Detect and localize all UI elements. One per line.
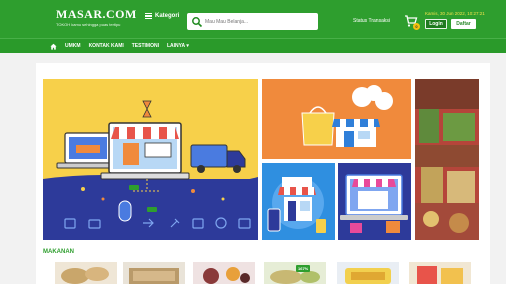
kategori-menu-button[interactable]: Kategori [145, 13, 179, 19]
search-bar[interactable] [187, 13, 318, 30]
login-button[interactable]: Login [425, 19, 447, 29]
product-image [55, 262, 117, 284]
promo-banner-online-store-laptop[interactable] [338, 163, 411, 240]
nav-item-umkm[interactable]: UMKM [65, 43, 81, 49]
product-thumbnail[interactable] [409, 262, 471, 284]
top-header-bar: MASAR.COM TOKOH kamu sehingga puas terti… [0, 0, 506, 38]
promo-banner-orange-shop[interactable] [262, 79, 411, 159]
search-input[interactable] [205, 18, 305, 25]
kategori-label: Kategori [155, 13, 180, 19]
product-thumbnail[interactable]: 167% [264, 262, 326, 284]
home-icon[interactable] [50, 43, 57, 50]
status-transaksi-link[interactable]: Status Transaksi [353, 18, 390, 24]
product-thumbnail[interactable] [123, 262, 185, 284]
cart-count-badge: 0 [413, 23, 420, 30]
daftar-button[interactable]: Daftar [451, 19, 476, 29]
site-logo[interactable]: MASAR.COM [56, 7, 137, 22]
product-thumbnail[interactable] [193, 262, 255, 284]
nav-item-testimoni[interactable]: TESTIMONI [132, 43, 159, 49]
section-title-makanan: MAKANAN [43, 249, 74, 255]
nav-item-lainya-dropdown[interactable]: LAINYA ▾ [167, 43, 189, 49]
site-tagline: TOKOH kamu sehingga puas tertipu [56, 22, 121, 27]
promo-banner-mobile-shop[interactable] [262, 163, 335, 240]
product-image [409, 262, 471, 284]
promo-photo-market-stall[interactable] [415, 79, 479, 240]
nav-item-kontak-kami[interactable]: KONTAK KAMI [89, 43, 124, 49]
product-image [337, 262, 399, 284]
product-image [264, 262, 326, 284]
search-icon[interactable] [191, 16, 203, 28]
hero-banner-online-store[interactable] [43, 79, 258, 240]
product-thumbnail[interactable] [337, 262, 399, 284]
product-image [193, 262, 255, 284]
current-datetime: Kamis, 30 Jun 2022, 10:27:21 [425, 11, 485, 16]
product-thumbnail[interactable] [55, 262, 117, 284]
discount-badge: 167% [296, 265, 311, 272]
product-image [123, 262, 185, 284]
main-navbar: UMKM KONTAK KAMI TESTIMONI LAINYA ▾ [0, 38, 506, 53]
hamburger-icon [145, 13, 152, 19]
